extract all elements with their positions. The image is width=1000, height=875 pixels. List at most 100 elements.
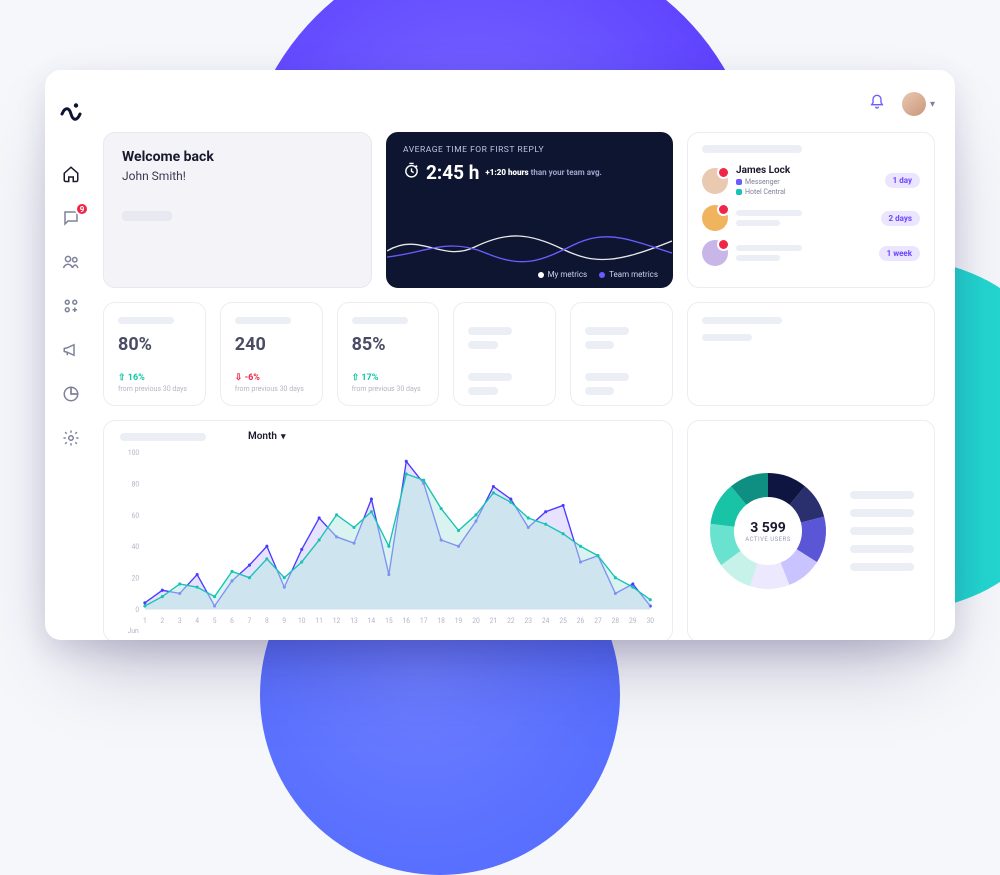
welcome-card: Welcome back John Smith! [103,132,372,288]
reply-label: AVERAGE TIME FOR FIRST REPLY [403,145,656,155]
stat-placeholder-card [687,302,935,406]
stat-delta: ⇧ 17% [352,373,425,383]
svg-text:8: 8 [265,617,269,625]
notifications-button[interactable] [864,91,890,117]
lead-channel: Messenger [736,178,877,186]
svg-text:21: 21 [490,617,498,625]
users-icon [62,253,80,275]
account-menu[interactable]: ▾ [902,92,935,116]
app-frame: 9 ▾ [45,70,955,640]
stat-value: 240 [235,334,308,355]
svg-text:22: 22 [507,617,515,625]
svg-text:5: 5 [213,617,217,625]
stat-tile-placeholder [570,302,673,406]
donut-legend [850,491,914,571]
svg-text:6: 6 [230,617,234,625]
lead-badge[interactable]: 1 day [885,173,920,188]
svg-text:27: 27 [594,617,602,625]
active-users-card: 3 599 ACTIVE USERS [687,420,935,640]
stat-value: 80% [118,334,191,355]
avatar [702,205,728,231]
stat-delta: ⇩ -6% [235,373,308,383]
hero-row: Welcome back John Smith! AVERAGE TIME FO… [103,132,935,288]
stat-from: from previous 30 days [235,385,308,393]
placeholder [120,433,206,441]
stat-tile: 80% ⇧ 16% from previous 30 days [103,302,206,406]
timer-icon [403,161,420,184]
placeholder [352,317,408,324]
pie-icon [62,385,80,407]
reply-value: 2:45 h [426,161,479,184]
lead-item[interactable]: James Lock Messenger Hotel Central 1 day [702,165,920,196]
trend-chart-card: Month ▾ 02040608010012345678910111213141… [103,420,673,640]
nav-reports[interactable] [57,382,85,410]
avatar [702,240,728,266]
svg-text:14: 14 [368,617,376,625]
svg-text:13: 13 [350,617,358,625]
nav-apps[interactable] [57,294,85,322]
bell-icon [869,94,885,114]
placeholder [702,145,802,153]
svg-text:18: 18 [437,617,445,625]
period-select[interactable]: Month ▾ [248,431,285,442]
reply-legend: My metrics Team metrics [538,270,658,279]
main-content: ▾ Welcome back John Smith! AVERAGE TIME … [97,70,955,640]
lead-badge[interactable]: 1 week [879,246,920,261]
svg-text:19: 19 [455,617,463,625]
svg-text:12: 12 [333,617,341,625]
svg-text:30: 30 [646,617,654,625]
lead-item[interactable]: 1 week [702,240,920,266]
nav-inbox[interactable]: 9 [57,206,85,234]
svg-text:4: 4 [195,617,199,625]
lead-item[interactable]: 2 days [702,205,920,231]
stat-tile: 240 ⇩ -6% from previous 30 days [220,302,323,406]
legend-my: My metrics [548,270,588,279]
nav-campaigns[interactable] [57,338,85,366]
svg-text:26: 26 [577,617,585,625]
avatar [902,92,926,116]
stat-from: from previous 30 days [352,385,425,393]
donut-chart: 3 599 ACTIVE USERS [704,467,832,595]
svg-text:23: 23 [525,617,533,625]
chevron-down-icon: ▾ [930,99,935,110]
inbox-badge: 9 [75,202,89,216]
nav-home[interactable] [57,162,85,190]
svg-text:0: 0 [135,606,139,614]
svg-text:7: 7 [248,617,252,625]
svg-text:9: 9 [282,617,286,625]
svg-text:25: 25 [559,617,567,625]
chart-row: Month ▾ 02040608010012345678910111213141… [103,420,935,624]
svg-text:10: 10 [298,617,306,625]
nav-contacts[interactable] [57,250,85,278]
svg-text:1: 1 [143,617,147,625]
donut-label: ACTIVE USERS [745,536,791,543]
stat-delta: ⇧ 16% [118,373,191,383]
svg-text:24: 24 [542,617,550,625]
lead-place: Hotel Central [736,188,877,196]
sidebar: 9 [45,70,97,640]
period-label: Month [248,431,277,442]
donut-value: 3 599 [750,520,786,536]
topbar: ▾ [103,90,935,118]
avatar [702,168,728,194]
stat-tile-placeholder [453,302,556,406]
welcome-title: Welcome back [122,149,353,165]
nav-settings[interactable] [57,426,85,454]
svg-text:40: 40 [132,543,140,551]
lead-name: James Lock [736,165,877,176]
lead-badge[interactable]: 2 days [881,211,920,226]
svg-text:28: 28 [612,617,620,625]
gear-icon [62,429,80,451]
svg-text:80: 80 [132,480,140,488]
apps-icon [62,297,80,319]
svg-text:2: 2 [160,617,164,625]
reply-spark [387,223,672,269]
stats-row: 80% ⇧ 16% from previous 30 days 240 ⇩ -6… [103,302,935,406]
chevron-down-icon: ▾ [281,432,286,442]
placeholder [235,317,291,324]
svg-text:20: 20 [132,575,140,583]
placeholder [122,211,172,221]
svg-text:3: 3 [178,617,182,625]
svg-text:60: 60 [132,512,140,520]
avg-reply-card: AVERAGE TIME FOR FIRST REPLY 2:45 h +1:2… [386,132,673,288]
